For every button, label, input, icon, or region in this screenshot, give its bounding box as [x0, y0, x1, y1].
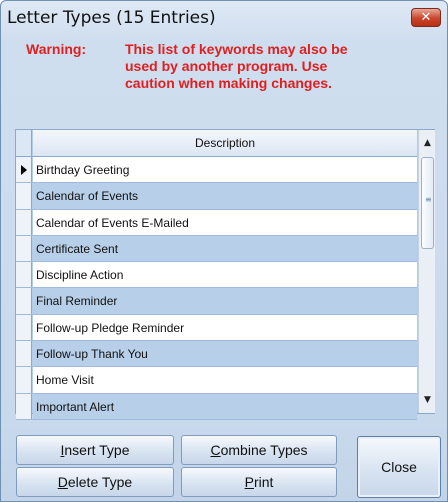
grip-icon: ≡ [425, 195, 432, 204]
close-icon[interactable]: ✕ [411, 8, 441, 27]
button-label: ombine Types [220, 442, 308, 458]
scroll-down-icon[interactable]: ▼ [419, 392, 436, 409]
table-row[interactable]: Calendar of Events [16, 183, 417, 210]
close-button[interactable]: Close [357, 436, 441, 498]
warning-message: This list of keywords may also be used b… [125, 41, 415, 92]
delete-type-button[interactable]: Delete Type [16, 467, 174, 497]
row-indicator[interactable] [16, 209, 32, 235]
table-cell[interactable]: Important Alert [33, 393, 417, 419]
table-cell[interactable]: Birthday Greeting [33, 157, 417, 183]
warning-line: caution when making changes. [125, 75, 332, 91]
table-row[interactable]: Certificate Sent [16, 235, 417, 263]
letter-types-grid: Description Birthday Greeting Calendar o… [15, 129, 435, 420]
window-title: Letter Types (15 Entries) [7, 8, 216, 28]
table-row[interactable]: Calendar of Events E-Mailed [16, 209, 417, 236]
warning-label: Warning: [26, 41, 87, 57]
insert-type-button[interactable]: Insert Type [16, 435, 174, 465]
scroll-up-icon[interactable]: ▲ [419, 135, 436, 152]
row-indicator[interactable] [16, 367, 32, 393]
grid-rows: Birthday Greeting Calendar of Events Cal… [16, 157, 417, 420]
table-cell[interactable]: Final Reminder [33, 288, 417, 314]
button-label: rint [253, 474, 274, 490]
warning-line: used by another program. Use [125, 58, 328, 74]
table-row[interactable]: Birthday Greeting [16, 157, 417, 184]
row-indicator-header [16, 130, 32, 156]
print-button[interactable]: Print [181, 467, 337, 497]
table-row[interactable]: Follow-up Pledge Reminder [16, 314, 417, 342]
row-indicator[interactable] [16, 314, 32, 341]
vertical-scrollbar[interactable]: ▲ ≡ ▼ [418, 130, 435, 413]
table-cell[interactable]: Certificate Sent [33, 235, 417, 262]
scrollbar-thumb[interactable]: ≡ [421, 157, 434, 249]
table-cell[interactable]: Follow-up Thank You [33, 341, 417, 367]
warning-line: This list of keywords may also be [125, 41, 348, 57]
row-indicator[interactable] [16, 157, 32, 183]
grid-header: Description [16, 130, 417, 157]
table-row[interactable]: Home Visit [16, 367, 417, 394]
button-label: elete Type [67, 474, 133, 490]
table-row[interactable]: Follow-up Thank You [16, 341, 417, 368]
button-label: nsert Type [64, 442, 130, 458]
mnemonic: P [244, 474, 254, 490]
table-row[interactable]: Discipline Action [16, 262, 417, 289]
table-cell[interactable]: Calendar of Events [33, 183, 417, 209]
table-cell[interactable]: Follow-up Pledge Reminder [33, 314, 417, 341]
table-cell[interactable]: Discipline Action [33, 262, 417, 288]
row-indicator[interactable] [16, 262, 32, 288]
row-indicator[interactable] [16, 393, 32, 419]
row-indicator[interactable] [16, 183, 32, 209]
letter-types-dialog: Letter Types (15 Entries) ✕ Warning: Thi… [0, 0, 448, 502]
row-indicator[interactable] [16, 235, 32, 262]
table-row[interactable]: Final Reminder [16, 288, 417, 315]
mnemonic: D [57, 474, 68, 490]
combine-types-button[interactable]: Combine Types [181, 435, 337, 465]
table-cell[interactable]: Home Visit [33, 367, 417, 393]
table-row[interactable]: Important Alert [16, 393, 417, 420]
column-header-description[interactable]: Description [33, 130, 417, 156]
current-row-arrow-icon [21, 165, 27, 175]
row-indicator[interactable] [16, 341, 32, 367]
mnemonic: C [210, 442, 221, 458]
table-cell[interactable]: Calendar of Events E-Mailed [33, 209, 417, 235]
row-indicator[interactable] [16, 288, 32, 314]
